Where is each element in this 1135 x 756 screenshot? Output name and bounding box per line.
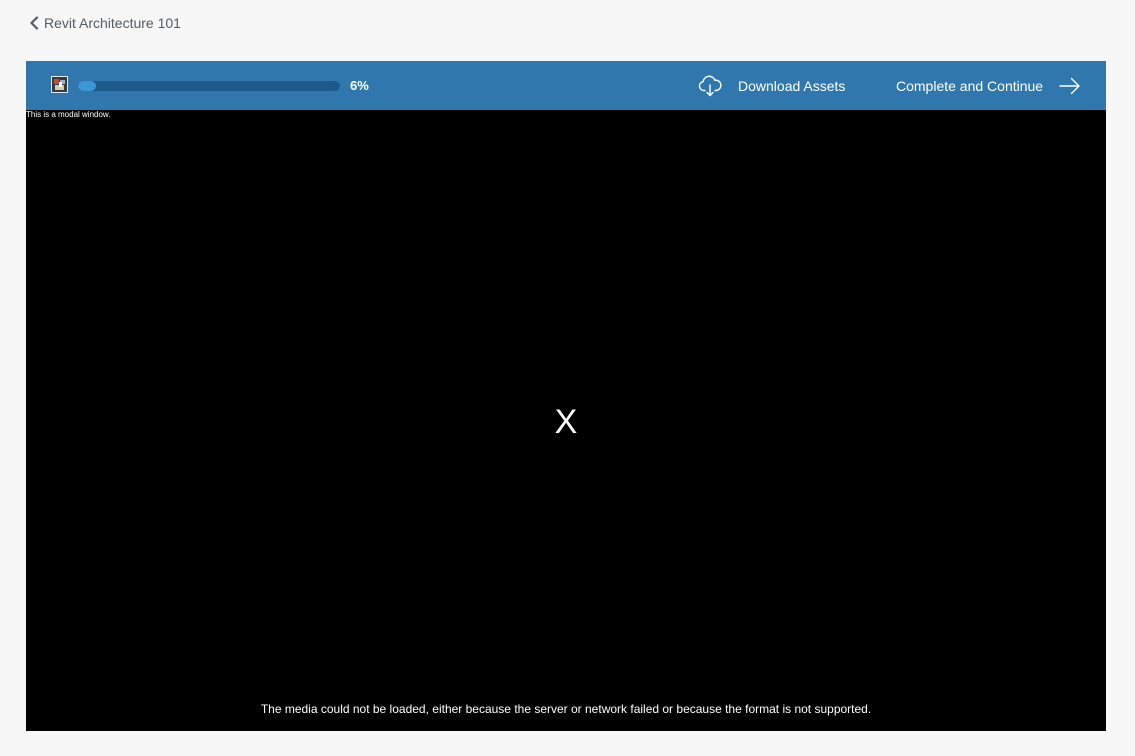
- chevron-left-icon: [30, 16, 39, 30]
- modal-window-note: This is a modal window.: [26, 110, 111, 119]
- course-progress-bar: [78, 81, 340, 91]
- back-link-label: Revit Architecture 101: [44, 15, 181, 31]
- close-modal-button[interactable]: X: [552, 402, 580, 442]
- course-progress-percent: 6%: [350, 78, 369, 93]
- video-player[interactable]: This is a modal window. X The media coul…: [26, 110, 1106, 731]
- arrow-right-icon: [1059, 77, 1080, 94]
- media-error-message: The media could not be loaded, either be…: [260, 702, 872, 716]
- complete-and-continue-label: Complete and Continue: [896, 77, 1044, 94]
- course-thumbnail[interactable]: [51, 76, 68, 93]
- course-progress-fill: [78, 81, 96, 91]
- back-to-course-link[interactable]: Revit Architecture 101: [28, 13, 181, 33]
- course-player-page: Revit Architecture 101 6% Download Asset…: [0, 0, 1135, 756]
- cloud-download-icon: [698, 75, 722, 96]
- download-assets-label: Download Assets: [738, 77, 846, 94]
- complete-and-continue-button[interactable]: Complete and Continue: [896, 73, 1081, 98]
- lecture-header-bar: 6% Download Assets Complete and Continue: [26, 61, 1106, 110]
- download-assets-button[interactable]: Download Assets: [698, 73, 845, 98]
